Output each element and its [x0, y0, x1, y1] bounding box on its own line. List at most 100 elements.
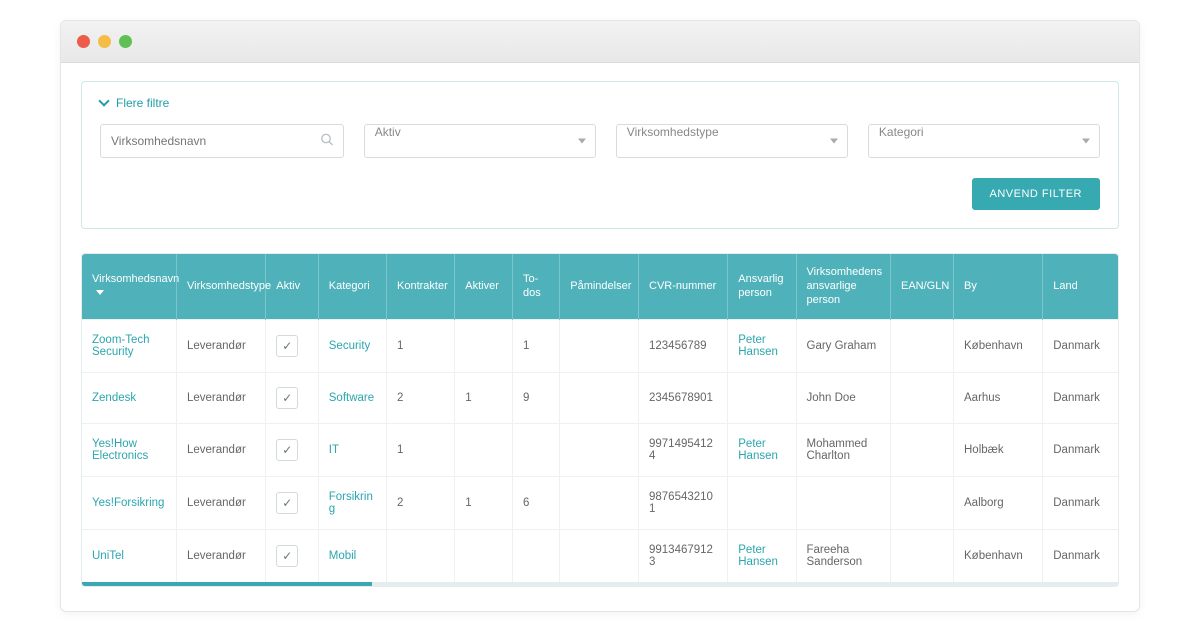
cell-virk-ansv: John Doe [796, 373, 891, 424]
cell-by: Holbæk [954, 424, 1043, 477]
cell-cvr: 2345678901 [639, 373, 728, 424]
close-window-button[interactable] [77, 35, 90, 48]
cell-kontrakter: 2 [387, 477, 455, 530]
chevron-down-icon [98, 95, 109, 106]
cell-name: Yes!How Electronics [82, 424, 177, 477]
col-ansvarlig[interactable]: Ansvarlig person [728, 254, 796, 320]
cell-kategori-link[interactable]: Software [329, 392, 374, 404]
scrollbar-thumb[interactable] [82, 582, 372, 586]
cell-todos [513, 424, 560, 477]
cell-aktiver: 1 [455, 373, 513, 424]
col-name[interactable]: Virksomhedsnavn [82, 254, 177, 320]
cell-land: Danmark [1043, 477, 1119, 530]
col-paamindelser[interactable]: Påmindelser [560, 254, 639, 320]
cell-kategori-link[interactable]: Forsikring [329, 491, 373, 515]
results-table: Virksomhedsnavn Virksomhedstype Aktiv Ka… [82, 254, 1119, 582]
cell-aktiver [455, 530, 513, 583]
cell-ansvarlig: Peter Hansen [728, 424, 796, 477]
cell-virk-ansv: Gary Graham [796, 320, 891, 373]
sort-caret-icon [96, 290, 104, 295]
cell-aktiv: ✓ [266, 530, 319, 583]
cell-kategori: Software [318, 373, 386, 424]
active-check-icon[interactable]: ✓ [276, 335, 298, 357]
aktiv-select-label: Aktiv [375, 125, 401, 139]
active-check-icon[interactable]: ✓ [276, 492, 298, 514]
cell-name: Zendesk [82, 373, 177, 424]
cell-ansvarlig [728, 373, 796, 424]
apply-filter-button[interactable]: ANVEND FILTER [972, 178, 1100, 210]
cell-cvr: 99714954124 [639, 424, 728, 477]
cell-by: København [954, 320, 1043, 373]
horizontal-scrollbar[interactable] [82, 582, 1118, 586]
filter-toggle[interactable]: Flere filtre [100, 96, 1100, 110]
type-select[interactable]: Virksomhedstype [616, 124, 848, 158]
active-check-icon[interactable]: ✓ [276, 387, 298, 409]
cell-aktiver [455, 424, 513, 477]
cell-by: Aalborg [954, 477, 1043, 530]
active-check-icon[interactable]: ✓ [276, 439, 298, 461]
active-check-icon[interactable]: ✓ [276, 545, 298, 567]
cell-ean [891, 424, 954, 477]
cell-todos: 9 [513, 373, 560, 424]
cell-aktiv: ✓ [266, 477, 319, 530]
cell-name-link[interactable]: UniTel [92, 550, 124, 562]
cell-ansvarlig: Peter Hansen [728, 530, 796, 583]
col-kategori[interactable]: Kategori [318, 254, 386, 320]
col-virk-ansv[interactable]: Virksomhedens ansvarlige person [796, 254, 891, 320]
cell-land: Danmark [1043, 424, 1119, 477]
cell-kontrakter: 1 [387, 320, 455, 373]
kategori-select[interactable]: Kategori [868, 124, 1100, 158]
cell-land: Danmark [1043, 530, 1119, 583]
cell-paamindelser [560, 320, 639, 373]
col-todos[interactable]: To-dos [513, 254, 560, 320]
cell-paamindelser [560, 373, 639, 424]
cell-kontrakter: 1 [387, 424, 455, 477]
company-name-input[interactable] [100, 124, 344, 158]
cell-cvr: 99134679123 [639, 530, 728, 583]
cell-paamindelser [560, 530, 639, 583]
cell-ansvarlig-link[interactable]: Peter Hansen [738, 334, 778, 358]
kategori-field: Kategori [868, 124, 1100, 158]
cell-name-link[interactable]: Yes!How Electronics [92, 438, 148, 462]
cell-name-link[interactable]: Zendesk [92, 392, 136, 404]
cell-aktiv: ✓ [266, 320, 319, 373]
cell-ansvarlig-link[interactable]: Peter Hansen [738, 438, 778, 462]
cell-ean [891, 530, 954, 583]
cell-kategori-link[interactable]: Security [329, 340, 371, 352]
aktiv-select[interactable]: Aktiv [364, 124, 596, 158]
col-kontrakter[interactable]: Kontrakter [387, 254, 455, 320]
minimize-window-button[interactable] [98, 35, 111, 48]
cell-ansvarlig [728, 477, 796, 530]
cell-todos [513, 530, 560, 583]
col-by[interactable]: By [954, 254, 1043, 320]
col-cvr[interactable]: CVR-nummer [639, 254, 728, 320]
cell-ean [891, 373, 954, 424]
table-row: ZendeskLeverandør✓Software2192345678901J… [82, 373, 1119, 424]
cell-name-link[interactable]: Yes!Forsikring [92, 497, 164, 509]
cell-by: Aarhus [954, 373, 1043, 424]
col-ean[interactable]: EAN/GLN [891, 254, 954, 320]
col-land[interactable]: Land [1043, 254, 1119, 320]
cell-type: Leverandør [177, 320, 266, 373]
cell-name-link[interactable]: Zoom-Tech Security [92, 334, 150, 358]
maximize-window-button[interactable] [119, 35, 132, 48]
cell-land: Danmark [1043, 320, 1119, 373]
col-aktiver[interactable]: Aktiver [455, 254, 513, 320]
cell-kategori-link[interactable]: IT [329, 444, 339, 456]
cell-name: UniTel [82, 530, 177, 583]
cell-type: Leverandør [177, 424, 266, 477]
filter-row: Aktiv Virksomhedstype Kategori [100, 124, 1100, 158]
content-area: Flere filtre Aktiv [61, 63, 1139, 611]
col-aktiv[interactable]: Aktiv [266, 254, 319, 320]
cell-todos: 1 [513, 320, 560, 373]
cell-aktiv: ✓ [266, 373, 319, 424]
cell-aktiver: 1 [455, 477, 513, 530]
titlebar [61, 21, 1139, 63]
cell-ansvarlig-link[interactable]: Peter Hansen [738, 544, 778, 568]
cell-kategori-link[interactable]: Mobil [329, 550, 356, 562]
cell-paamindelser [560, 424, 639, 477]
cell-type: Leverandør [177, 373, 266, 424]
table-container: Virksomhedsnavn Virksomhedstype Aktiv Ka… [81, 253, 1119, 587]
col-type[interactable]: Virksomhedstype [177, 254, 266, 320]
cell-virk-ansv: Mohammed Charlton [796, 424, 891, 477]
